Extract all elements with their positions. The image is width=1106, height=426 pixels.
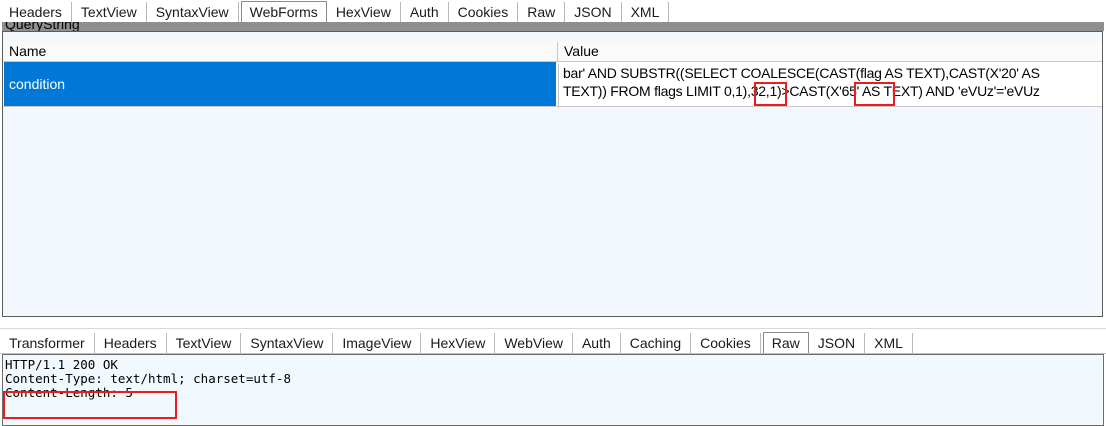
tab-headers[interactable]: Headers	[95, 333, 167, 353]
tab-webview[interactable]: WebView	[495, 333, 573, 353]
tab-hexview[interactable]: HexView	[327, 2, 401, 22]
tab-textview[interactable]: TextView	[72, 2, 147, 22]
tab-raw[interactable]: Raw	[762, 332, 809, 353]
highlight-compare-char	[854, 82, 895, 106]
tab-transformer[interactable]: Transformer	[0, 333, 95, 353]
param-name-cell[interactable]: condition	[4, 62, 556, 106]
response-status-line: HTTP/1.1 200 OK	[5, 357, 118, 372]
tab-json[interactable]: JSON	[809, 333, 866, 353]
tab-syntaxview[interactable]: SyntaxView	[241, 333, 334, 353]
param-value-line-2: TEXT)) FROM flags LIMIT 0,1),32,1)>CAST(…	[563, 83, 1040, 99]
pane-splitter[interactable]	[0, 318, 1106, 329]
tab-auth[interactable]: Auth	[401, 2, 449, 22]
tab-raw[interactable]: Raw	[518, 2, 566, 22]
request-inspector-tabs: Headers TextView SyntaxView WebForms Hex…	[0, 0, 1106, 22]
tab-hexview[interactable]: HexView	[421, 333, 496, 353]
tab-xml[interactable]: XML	[865, 333, 913, 353]
querystring-label: QueryString	[5, 22, 80, 31]
table-row[interactable]: condition bar' AND SUBSTR((SELECT COALES…	[3, 62, 1102, 107]
column-header-value[interactable]: Value	[558, 42, 1102, 61]
tab-imageview[interactable]: ImageView	[333, 333, 422, 353]
response-content-type: Content-Type: text/html; charset=utf-8	[5, 371, 291, 386]
tab-auth[interactable]: Auth	[573, 333, 621, 353]
tab-caching[interactable]: Caching	[621, 333, 692, 353]
column-header-name[interactable]: Name	[3, 42, 558, 61]
response-inspector-tabs: Transformer Headers TextView SyntaxView …	[0, 331, 1106, 354]
raw-response-text[interactable]: HTTP/1.1 200 OK Content-Type: text/html;…	[2, 354, 1104, 426]
tab-cookies[interactable]: Cookies	[449, 2, 519, 22]
querystring-header: QueryString	[2, 22, 1104, 31]
highlight-content-length	[3, 391, 177, 419]
tab-xml[interactable]: XML	[622, 2, 670, 22]
grid-header: Name Value	[3, 42, 1102, 62]
param-value-cell[interactable]: bar' AND SUBSTR((SELECT COALESCE(CAST(fl…	[558, 64, 1098, 106]
tab-webforms[interactable]: WebForms	[240, 1, 327, 22]
tab-syntaxview[interactable]: SyntaxView	[147, 2, 239, 22]
param-value-line-1: bar' AND SUBSTR((SELECT COALESCE(CAST(fl…	[563, 65, 1040, 81]
highlight-substr-position	[754, 82, 787, 106]
tab-textview[interactable]: TextView	[167, 333, 242, 353]
querystring-grid[interactable]: Name Value condition bar' AND SUBSTR((SE…	[2, 31, 1103, 317]
tab-headers[interactable]: Headers	[0, 2, 72, 22]
tab-cookies[interactable]: Cookies	[691, 333, 761, 353]
tab-json[interactable]: JSON	[565, 2, 622, 22]
